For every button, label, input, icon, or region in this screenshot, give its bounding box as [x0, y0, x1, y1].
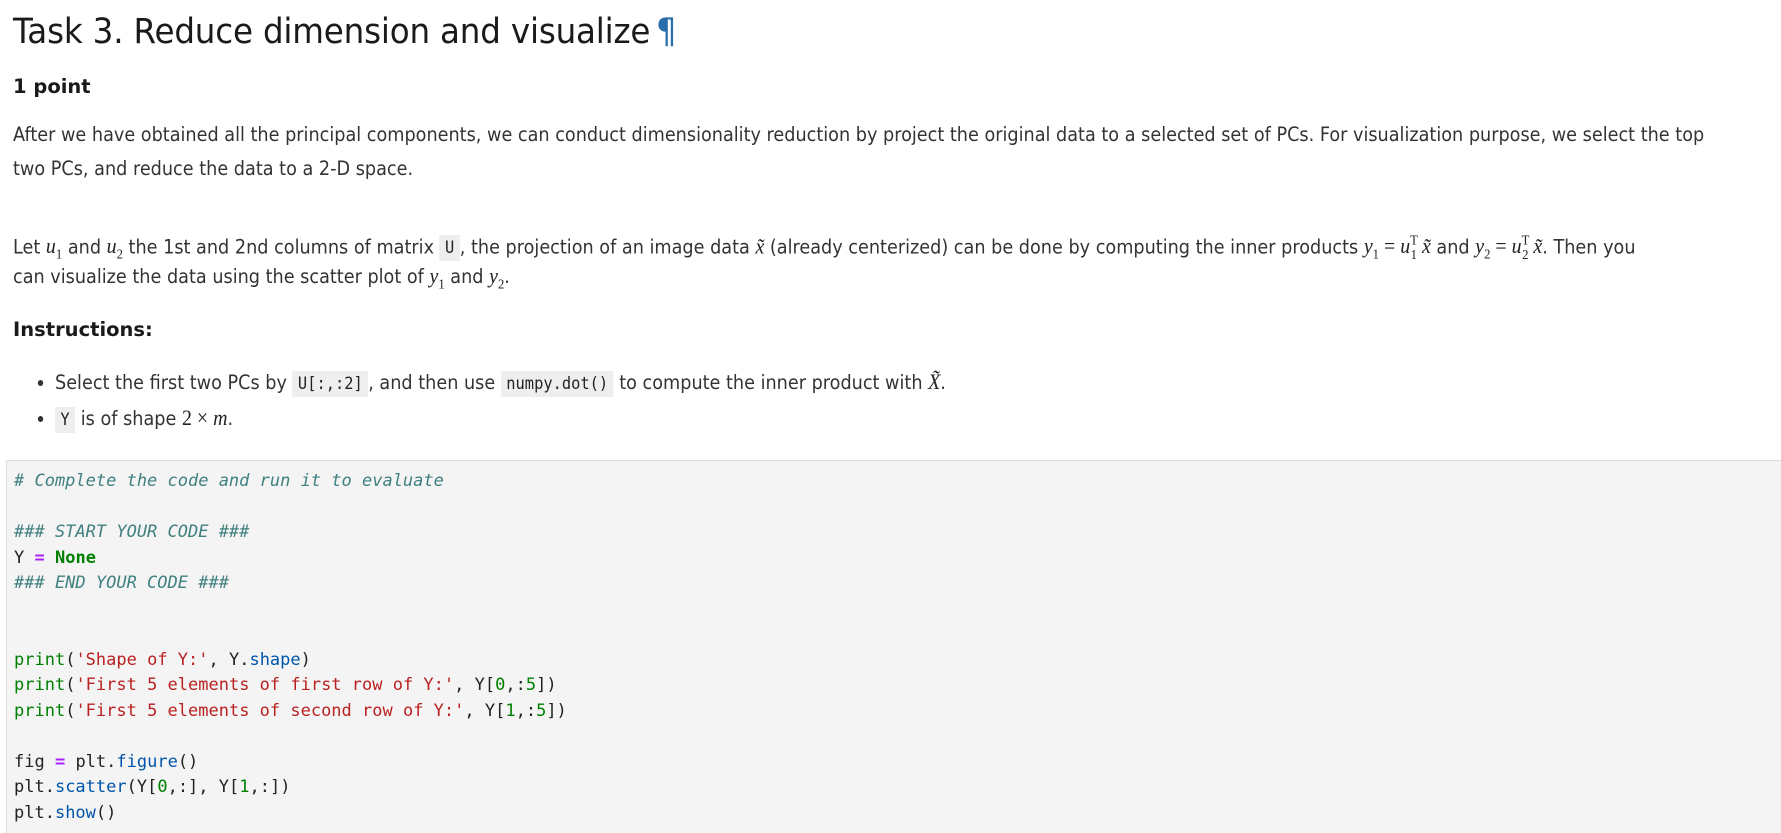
- projection-paragraph-line2: can visualize the data using the scatter…: [13, 263, 510, 293]
- code-text[interactable]: # Complete the code and run it to evalua…: [14, 469, 567, 826]
- math-x-tilde: x̃: [755, 233, 765, 259]
- inline-code-slice: U[:,:2]: [292, 371, 369, 397]
- points-label: 1 point: [13, 75, 91, 98]
- math-eq-y1: y1 = uT1 x̃: [1363, 233, 1431, 263]
- inline-code-numpy-dot: numpy.dot(): [500, 371, 614, 397]
- math-eq-y2: y2 = uT2 x̃: [1475, 233, 1543, 263]
- math-u2: u2: [106, 233, 123, 263]
- intro-paragraph-line1: After we have obtained all the principal…: [13, 123, 1705, 146]
- intro-paragraph-line2: two PCs, and reduce the data to a 2-D sp…: [13, 157, 414, 180]
- instructions-list: Select the first two PCs by U[:,:2], and…: [13, 365, 1039, 437]
- inline-code-U: U: [439, 235, 460, 262]
- math-y2: y2: [489, 263, 505, 293]
- instruction-item: Y is of shape 2 × m.: [55, 401, 946, 437]
- instructions-label: Instructions:: [13, 318, 153, 341]
- math-X-tilde: X̃: [928, 369, 941, 394]
- anchor-link[interactable]: ¶: [656, 12, 677, 52]
- page-title: Task 3. Reduce dimension and visualize ¶: [13, 12, 677, 52]
- instruction-item: Select the first two PCs by U[:,:2], and…: [55, 365, 946, 401]
- math-y1: y1: [429, 263, 445, 293]
- math-shape: 2 × m: [181, 405, 228, 430]
- inline-code-Y: Y: [55, 407, 76, 433]
- math-u1: u1: [45, 233, 63, 263]
- code-cell-editor[interactable]: # Complete the code and run it to evalua…: [6, 460, 1781, 833]
